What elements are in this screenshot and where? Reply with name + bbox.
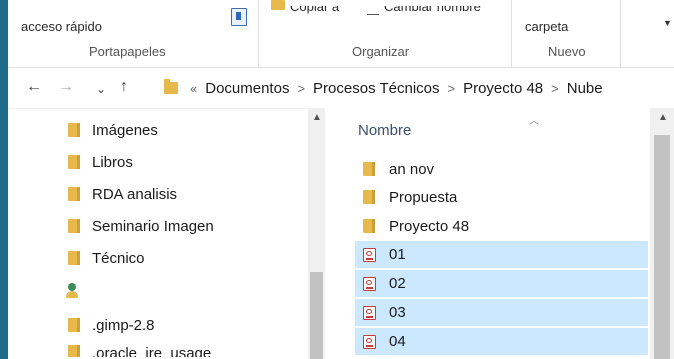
sort-ascending-icon: ︿ [529,116,539,127]
folder-icon [363,162,375,176]
nav-item-rda-analisis[interactable]: RDA analisis [68,182,177,206]
scroll-up-icon[interactable]: ▲ [312,112,322,123]
rename-icon[interactable] [367,6,379,15]
ribbon-divider [620,0,621,67]
folder-icon [363,190,375,204]
file-name: an nov [389,160,435,178]
list-item[interactable]: 04 [355,328,648,356]
pin-icon[interactable] [231,8,247,26]
group-label-clipboard: Portapapeles [89,44,166,59]
nav-item-tecnico[interactable]: Técnico [68,246,145,270]
rename-button[interactable]: Cambiar nombre [384,6,481,14]
folder-icon [68,123,80,137]
pdf-file-icon [363,334,376,349]
file-name: 04 [389,333,406,350]
ribbon-divider [511,0,512,67]
pdf-file-icon [363,305,376,320]
file-name: 02 [389,275,406,292]
ribbon: acceso rápido Copiar a Cambiar nombre ca… [8,0,674,68]
pin-quick-access-label[interactable]: acceso rápido [21,19,102,34]
folder-icon [68,251,80,265]
nav-item-libros[interactable]: Libros [68,150,133,174]
chevron-right-icon[interactable]: > [297,81,305,96]
file-list-scrollbar-thumb[interactable] [654,135,670,359]
chevron-down-icon[interactable]: ⌄ [96,80,106,98]
folder-icon [164,79,178,94]
nav-item-label: Técnico [92,249,145,267]
nav-item-label: .gimp-2.8 [92,316,155,334]
breadcrumb-overflow[interactable]: « [190,81,197,96]
breadcrumb-procesos-tecnicos[interactable]: Procesos Técnicos [313,80,439,97]
arrow-left-icon[interactable]: ← [26,78,42,96]
arrow-right-icon[interactable]: → [58,78,74,96]
list-item[interactable]: 03 [355,299,648,327]
address-bar[interactable]: « Documentos > Procesos Técnicos > Proye… [160,75,668,101]
nav-item-oracle-jre-usage[interactable]: .oracle_jre_usage [68,345,211,357]
folder-icon [363,219,375,233]
file-name: 03 [389,304,406,321]
file-name: Propuesta [389,188,458,206]
list-item[interactable]: Propuesta [355,183,648,211]
copy-to-button[interactable]: Copiar a [290,6,339,14]
folder-icon [68,318,80,332]
folder-icon [68,345,80,357]
list-item[interactable]: an nov [355,155,648,183]
nav-item-label: Imágenes [92,121,158,139]
nav-item-seminario-imagen[interactable]: Seminario Imagen [68,214,214,238]
nav-item-label: RDA analisis [92,185,178,203]
chevron-down-icon[interactable]: ▼ [663,18,672,28]
arrow-up-icon[interactable]: ↑ [120,78,128,96]
scroll-up-icon[interactable]: ▲ [658,112,668,123]
file-name: 01 [389,246,406,263]
navigation-bar: ← → ⌄ ↑ « Documentos > Procesos Técnicos… [8,68,674,108]
navigation-scrollbar-thumb[interactable] [310,272,323,359]
list-item[interactable]: Proyecto 48 [355,212,648,240]
list-item[interactable]: 01 [355,241,648,269]
folder-icon [68,187,80,201]
nav-item-imagenes[interactable]: Imágenes [68,118,158,142]
nav-item-gimp[interactable]: .gimp-2.8 [68,313,155,337]
copy-to-folder-icon[interactable] [271,0,285,10]
nav-item-label: Libros [92,153,133,171]
pdf-file-icon [363,276,376,291]
nav-item-label: .oracle_jre_usage [92,345,212,357]
group-label-new: Nuevo [548,44,586,59]
breadcrumb-proyecto-48[interactable]: Proyecto 48 [463,80,543,97]
pdf-file-icon [363,247,376,262]
folder-icon [68,219,80,233]
breadcrumb-nube[interactable]: Nube [567,80,603,97]
chevron-right-icon[interactable]: > [448,81,456,96]
chevron-right-icon[interactable]: > [551,81,559,96]
file-explorer-window: acceso rápido Copiar a Cambiar nombre ca… [8,0,674,359]
file-name: Proyecto 48 [389,217,470,235]
folder-icon [68,155,80,169]
list-item[interactable]: 02 [355,270,648,298]
group-label-organize: Organizar [352,44,410,59]
ribbon-divider [258,0,259,67]
breadcrumb-documentos[interactable]: Documentos [205,80,289,97]
nav-item-label: Seminario Imagen [92,217,214,235]
column-header-name[interactable]: Nombre [358,122,411,139]
new-folder-button[interactable]: carpeta [525,19,568,34]
user-folder-icon[interactable] [65,283,79,299]
